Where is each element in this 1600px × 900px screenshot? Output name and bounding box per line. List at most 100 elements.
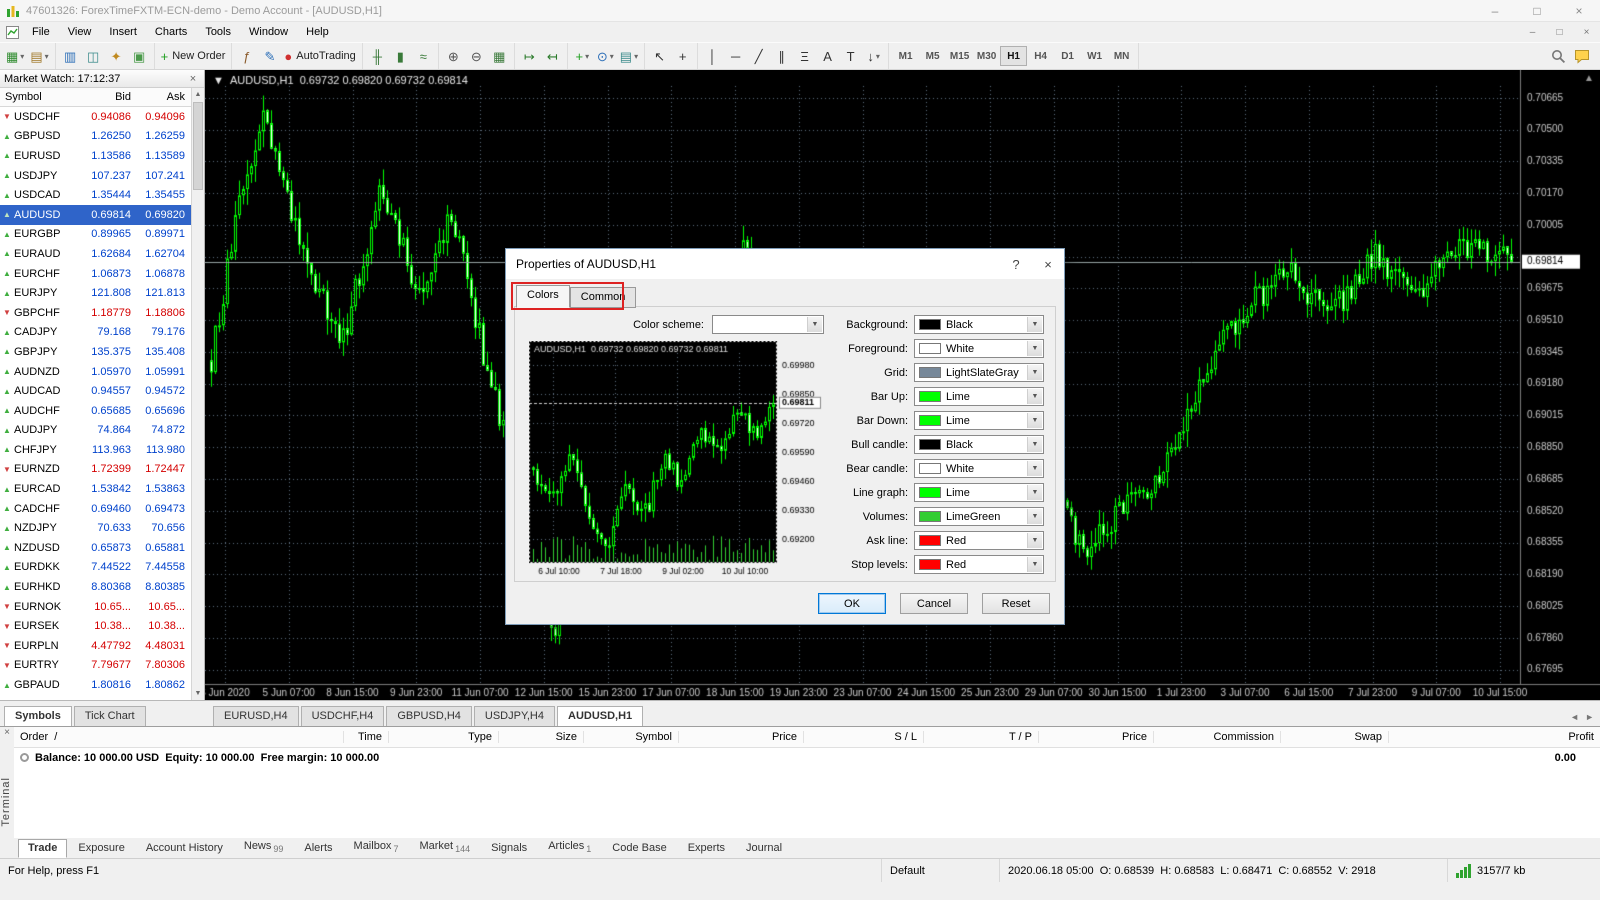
volumes-select[interactable]: LimeGreen▼ xyxy=(914,507,1044,526)
chevron-down-icon[interactable]: ▼ xyxy=(1027,557,1042,572)
data-window-button[interactable]: ◫ xyxy=(82,45,105,67)
column-symbol[interactable]: Symbol xyxy=(0,91,83,103)
bull-candle-select[interactable]: Black▼ xyxy=(914,435,1044,454)
reset-button[interactable]: Reset xyxy=(982,593,1050,614)
market-watch-row-audcad[interactable]: ▲AUDCAD0.945570.94572 xyxy=(0,381,191,401)
market-watch-row-cadchf[interactable]: ▲CADCHF0.694600.69473 xyxy=(0,499,191,519)
chart-tab-gbpusd-h4[interactable]: GBPUSD,H4 xyxy=(386,706,472,726)
profiles-button[interactable]: ▤▾ xyxy=(27,45,51,67)
indicators-button[interactable]: +▾ xyxy=(571,45,594,67)
terminal-column-size[interactable]: Size xyxy=(499,731,584,743)
market-watch-row-eurdkk[interactable]: ▲EURDKK7.445227.44558 xyxy=(0,558,191,578)
market-watch-toggle-button[interactable]: ▥ xyxy=(59,45,82,67)
scripts-button[interactable]: ✎ xyxy=(258,45,281,67)
market-watch-row-audchf[interactable]: ▲AUDCHF0.656850.65696 xyxy=(0,401,191,421)
zoom-in-button[interactable]: ⊕ xyxy=(442,45,465,67)
market-watch-row-chfjpy[interactable]: ▲CHFJPY113.963113.980 xyxy=(0,440,191,460)
bar-up-select[interactable]: Lime▼ xyxy=(914,387,1044,406)
expert-advisors-button[interactable]: ƒ xyxy=(235,45,258,67)
terminal-tab-trade[interactable]: Trade xyxy=(18,839,67,858)
chevron-down-icon[interactable]: ▼ xyxy=(1027,365,1042,380)
text-label-button[interactable]: T xyxy=(839,45,862,67)
line-chart-mode-button[interactable]: ≈ xyxy=(412,45,435,67)
close-button[interactable]: × xyxy=(1558,0,1600,22)
scroll-down-icon[interactable]: ▼ xyxy=(192,687,204,700)
terminal-tab-code-base[interactable]: Code Base xyxy=(602,839,676,858)
terminal-column-profit[interactable]: Profit xyxy=(1389,731,1600,743)
market-watch-row-usdjpy[interactable]: ▲USDJPY107.237107.241 xyxy=(0,166,191,186)
line-graph-select[interactable]: Lime▼ xyxy=(914,483,1044,502)
terminal-column-swap[interactable]: Swap xyxy=(1281,731,1389,743)
market-watch-row-audjpy[interactable]: ▲AUDJPY74.86474.872 xyxy=(0,421,191,441)
ask-line-select[interactable]: Red▼ xyxy=(914,531,1044,550)
terminal-tab-news[interactable]: News99 xyxy=(234,837,294,858)
auto-scroll-button[interactable]: ↦ xyxy=(518,45,541,67)
mdi-restore-button[interactable]: □ xyxy=(1546,23,1573,41)
market-watch-row-nzdusd[interactable]: ▲NZDUSD0.658730.65881 xyxy=(0,538,191,558)
timeframe-w1-button[interactable]: W1 xyxy=(1081,46,1108,66)
dialog-close-button[interactable]: × xyxy=(1032,249,1064,279)
chart-tabs-left-icon[interactable]: ◄ xyxy=(1570,712,1579,722)
market-watch-close-icon[interactable]: × xyxy=(186,73,200,85)
bear-candle-select[interactable]: White▼ xyxy=(914,459,1044,478)
minimize-button[interactable]: – xyxy=(1474,0,1516,22)
chevron-down-icon[interactable]: ▼ xyxy=(1027,533,1042,548)
dialog-tab-common[interactable]: Common xyxy=(570,287,637,308)
market-watch-tab-tick-chart[interactable]: Tick Chart xyxy=(74,706,146,726)
cursor-button[interactable]: ↖ xyxy=(648,45,671,67)
equidistant-channel-button[interactable]: ∥ xyxy=(770,45,793,67)
mdi-minimize-button[interactable]: – xyxy=(1519,23,1546,41)
terminal-tab-signals[interactable]: Signals xyxy=(481,839,537,858)
timeframe-m1-button[interactable]: M1 xyxy=(892,46,919,66)
text-button[interactable]: A xyxy=(816,45,839,67)
market-watch-row-gbpchf[interactable]: ▼GBPCHF1.187791.18806 xyxy=(0,303,191,323)
market-watch-row-eurusd[interactable]: ▲EURUSD1.135861.13589 xyxy=(0,146,191,166)
chevron-down-icon[interactable]: ▼ xyxy=(1027,437,1042,452)
terminal-column-order-[interactable]: Order / xyxy=(14,731,344,743)
terminal-tab-exposure[interactable]: Exposure xyxy=(68,839,134,858)
market-watch-row-usdcad[interactable]: ▲USDCAD1.354441.35455 xyxy=(0,185,191,205)
timeframe-h1-button[interactable]: H1 xyxy=(1000,46,1027,66)
market-watch-row-eurtry[interactable]: ▼EURTRY7.796777.80306 xyxy=(0,656,191,676)
terminal-tab-journal[interactable]: Journal xyxy=(736,839,792,858)
dialog-title-bar[interactable]: Properties of AUDUSD,H1 ? × xyxy=(506,249,1064,279)
zoom-out-button[interactable]: ⊖ xyxy=(465,45,488,67)
chart-tab-usdchf-h4[interactable]: USDCHF,H4 xyxy=(301,706,385,726)
status-profile[interactable]: Default xyxy=(882,859,1000,882)
market-watch-row-eurpln[interactable]: ▼EURPLN4.477924.48031 xyxy=(0,636,191,656)
dialog-tab-colors[interactable]: Colors xyxy=(516,285,570,308)
scroll-up-icon[interactable]: ▲ xyxy=(192,88,204,101)
candlestick-mode-button[interactable]: ▮ xyxy=(389,45,412,67)
market-watch-tab-symbols[interactable]: Symbols xyxy=(4,706,72,726)
new-order-button[interactable]: +New Order xyxy=(158,45,229,67)
market-watch-row-eurnzd[interactable]: ▼EURNZD1.723991.72447 xyxy=(0,460,191,480)
vertical-line-button[interactable]: │ xyxy=(701,45,724,67)
menu-tools[interactable]: Tools xyxy=(196,22,240,42)
chevron-down-icon[interactable]: ▼ xyxy=(1027,317,1042,332)
terminal-column-price[interactable]: Price xyxy=(1039,731,1154,743)
dialog-help-button[interactable]: ? xyxy=(1000,249,1032,279)
timeframe-m30-button[interactable]: M30 xyxy=(973,46,1000,66)
terminal-column-s-l[interactable]: S / L xyxy=(804,731,924,743)
market-watch-row-audusd[interactable]: ▲AUDUSD0.698140.69820 xyxy=(0,205,191,225)
terminal-column-commission[interactable]: Commission xyxy=(1154,731,1281,743)
market-watch-row-eurcad[interactable]: ▲EURCAD1.538421.53863 xyxy=(0,479,191,499)
terminal-tab-market[interactable]: Market144 xyxy=(409,837,480,858)
market-watch-row-eurhkd[interactable]: ▲EURHKD8.803688.80385 xyxy=(0,577,191,597)
scrollbar-thumb[interactable] xyxy=(193,102,203,190)
market-watch-row-eurgbp[interactable]: ▲EURGBP0.899650.89971 xyxy=(0,225,191,245)
market-watch-row-gbpjpy[interactable]: ▲GBPJPY135.375135.408 xyxy=(0,342,191,362)
terminal-column-symbol[interactable]: Symbol xyxy=(584,731,679,743)
market-watch-row-eurjpy[interactable]: ▲EURJPY121.808121.813 xyxy=(0,283,191,303)
terminal-column-price[interactable]: Price xyxy=(679,731,804,743)
terminal-toggle-button[interactable]: ▣ xyxy=(128,45,151,67)
chart-tabs-right-icon[interactable]: ► xyxy=(1585,712,1594,722)
timeframe-mn-button[interactable]: MN xyxy=(1108,46,1135,66)
arrows-tool-button[interactable]: ↓▾ xyxy=(862,45,885,67)
trendline-button[interactable]: ╱ xyxy=(747,45,770,67)
terminal-column-type[interactable]: Type xyxy=(389,731,499,743)
market-watch-row-gbpusd[interactable]: ▲GBPUSD1.262501.26259 xyxy=(0,127,191,147)
market-watch-row-usdchf[interactable]: ▼USDCHF0.940860.94096 xyxy=(0,107,191,127)
market-watch-row-cadjpy[interactable]: ▲CADJPY79.16879.176 xyxy=(0,323,191,343)
market-watch-row-audnzd[interactable]: ▲AUDNZD1.059701.05991 xyxy=(0,362,191,382)
